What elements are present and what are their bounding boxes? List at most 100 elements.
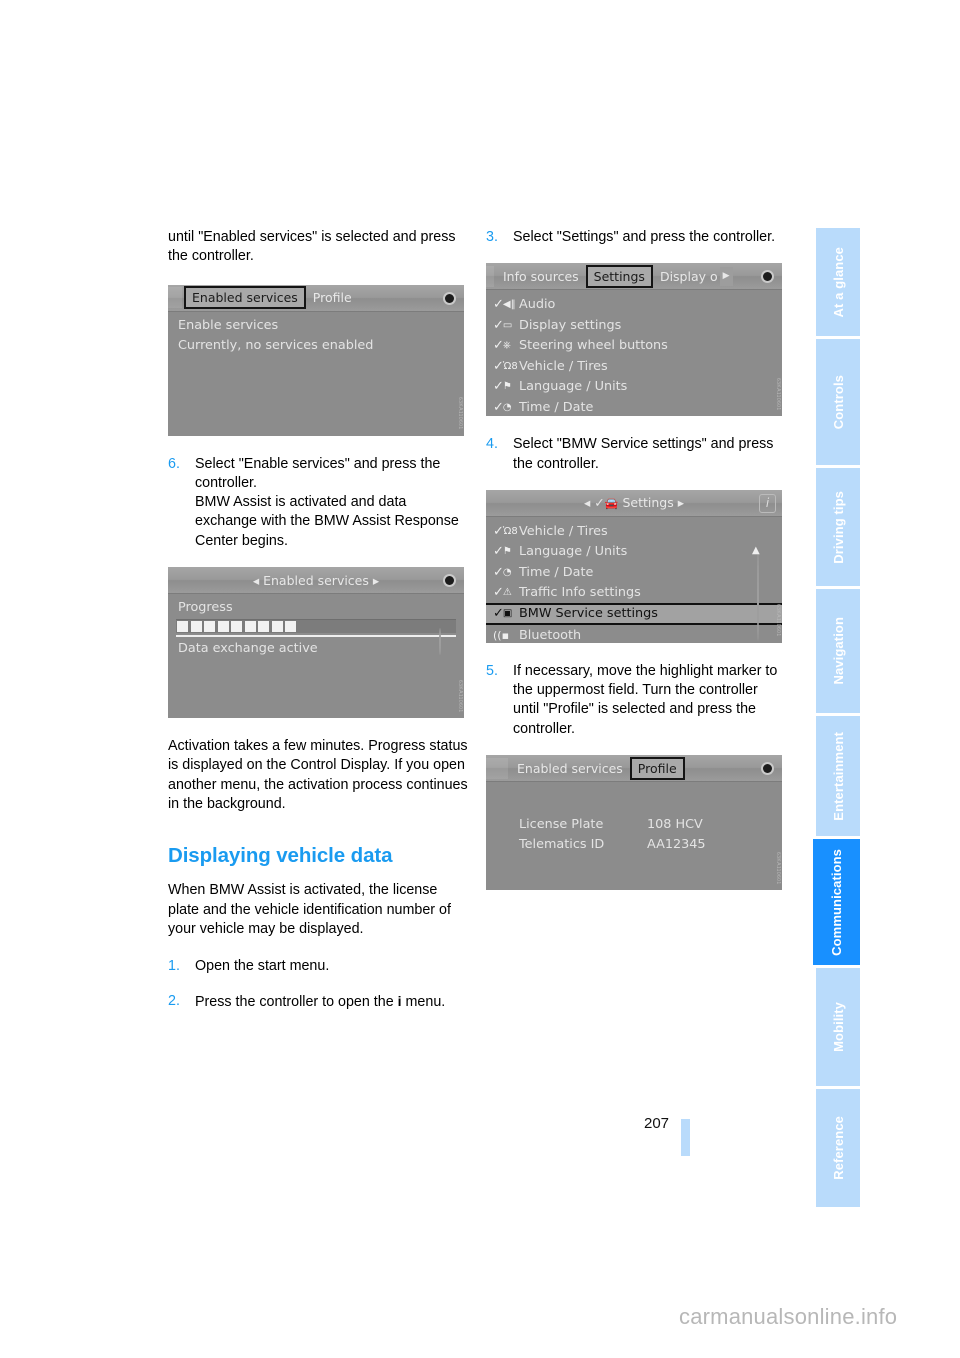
- vehicle-data-paragraph: When BMW Assist is activated, the licens…: [168, 882, 451, 937]
- figure-watermark: 63KA110601: [775, 851, 781, 885]
- step-5-number: 5.: [486, 662, 498, 679]
- menu-item[interactable]: ✓ Ὡ8 Vehicle / Tires: [486, 356, 782, 377]
- sidebar-tab-reference[interactable]: Reference: [816, 1089, 860, 1207]
- step-5: 5. If necessary, move the highlight mark…: [486, 662, 786, 739]
- menu-item[interactable]: ((▪ Bluetooth: [486, 625, 782, 643]
- menu-item-label: Time / Date: [519, 564, 594, 580]
- screen-tab-info-sources[interactable]: Info sources: [496, 266, 586, 287]
- check-service-icon: ✓ ▣: [493, 606, 513, 622]
- menu-item[interactable]: ✓ ⎈ Steering wheel buttons: [486, 335, 782, 356]
- controller-icon: [757, 266, 778, 287]
- menu-item-label: Language / Units: [519, 379, 628, 395]
- tab-bar-spacer: [168, 287, 182, 309]
- menu-item[interactable]: ✓ ◀‖ Audio: [486, 294, 782, 315]
- sidebar-tab-communications[interactable]: Communications: [813, 839, 860, 965]
- menu-item-label: Bluetooth: [519, 627, 582, 643]
- chapter-tabs: At a glance Controls Driving tips Navigatio…: [813, 228, 860, 1210]
- progress-bar: [168, 618, 464, 638]
- check-car-icon: ✓ Ὡ8: [493, 523, 518, 539]
- menu-item-label: Steering wheel buttons: [519, 338, 668, 354]
- profile-row: License Plate 108 HCV: [519, 815, 782, 835]
- manual-page: until "Enabled services" is selected and…: [0, 0, 960, 1358]
- step-6: 6. Select "Enable services" and press th…: [168, 455, 468, 551]
- check-car-icon: ✓ Ὡ8: [493, 358, 518, 374]
- chevron-right-icon[interactable]: ▶: [719, 266, 733, 286]
- menu-item[interactable]: ✓ ⚑ Language / Units: [486, 541, 782, 562]
- menu-item[interactable]: ✓ Ὡ8 Vehicle / Tires: [486, 521, 782, 542]
- screen-line-enable-services[interactable]: Enable services: [168, 316, 464, 336]
- step-6-text: Select "Enable services" and press the c…: [195, 455, 459, 549]
- screenshot-settings-tabs: Info sources Settings Display o ▶ ✓ ◀‖ Aud…: [486, 263, 782, 417]
- sidebar-tab-entertainment[interactable]: Entertainment: [816, 716, 860, 836]
- step-4-text: Select "BMW Service settings" and press …: [513, 436, 774, 472]
- intro-paragraph: until "Enabled services" is selected and…: [168, 229, 456, 265]
- step-2-text-before: Press the controller to open the: [195, 994, 398, 1011]
- step-4: 4. Select "BMW Service settings" and pre…: [486, 435, 786, 474]
- sidebar-tab-label: Entertainment: [830, 731, 846, 821]
- step-5-text: If necessary, move the highlight marker …: [513, 662, 778, 737]
- menu-item[interactable]: ✓ ▭ Display settings: [486, 315, 782, 336]
- tab-bar-spacer: [486, 265, 494, 287]
- progress-label: Progress: [178, 600, 233, 616]
- site-watermark: carmanualsonline.info: [679, 1304, 898, 1329]
- screen-tab-settings[interactable]: Settings: [585, 264, 653, 288]
- progress-track: [176, 619, 456, 634]
- sidebar-tab-controls[interactable]: Controls: [816, 339, 860, 465]
- step-2-number: 2.: [168, 993, 180, 1010]
- info-icon[interactable]: i: [759, 493, 776, 513]
- screen-body: ▲ ✓ Ὡ8 Vehicle / Tires ✓ ⚑ Language / Units ✓ ◔…: [486, 517, 782, 643]
- check-clock-icon: ✓ ◔: [493, 399, 512, 415]
- screen-tab-bar: Enabled services Profile: [486, 755, 782, 783]
- menu-item[interactable]: ✓ ⚠ Traffic Info settings: [486, 582, 782, 603]
- menu-item[interactable]: ✓ ▣ BMW Service settings: [486, 602, 782, 625]
- sidebar-tab-label: At a glance: [830, 246, 846, 318]
- step-3: 3. Select "Settings" and press the contr…: [486, 228, 786, 247]
- screen-tab-enabled-services[interactable]: Enabled services: [184, 286, 306, 310]
- step-2-text: Press the controller to open the i menu.: [195, 992, 468, 1012]
- menu-item[interactable]: ✓ ◔ Time / Date: [486, 397, 782, 417]
- sidebar-tab-at-a-glance[interactable]: At a glance: [816, 228, 860, 336]
- screen-tab-profile[interactable]: Profile: [306, 287, 359, 308]
- scroll-curve: [434, 622, 448, 656]
- screen-title-bar: ◂ Enabled services ▸: [168, 567, 464, 595]
- screenshot-profile: Enabled services Profile License Plate 10…: [486, 755, 782, 891]
- screen-body: License Plate 108 HCV Telematics ID AA12345: [486, 782, 782, 855]
- activation-paragraph: Activation takes a few minutes. Progress…: [168, 738, 468, 812]
- sidebar-tab-driving-tips[interactable]: Driving tips: [816, 468, 860, 586]
- screen-tab-enabled-services[interactable]: Enabled services: [510, 758, 630, 779]
- step-2: 2. Press the controller to open the i me…: [168, 992, 468, 1012]
- sidebar-tab-label: Communications: [829, 848, 844, 956]
- sidebar-tab-label: Driving tips: [830, 490, 846, 564]
- controller-icon: [439, 570, 460, 591]
- sidebar-tab-mobility[interactable]: Mobility: [816, 968, 860, 1086]
- check-flag-icon: ✓ ⚑: [493, 544, 512, 560]
- profile-row-value: 108 HCV: [647, 817, 703, 833]
- page-title: Displaying vehicle data: [168, 844, 393, 868]
- menu-item[interactable]: ✓ ⚑ Language / Units: [486, 376, 782, 397]
- check-monitor-icon: ✓ ▭: [493, 317, 513, 333]
- screenshot-progress: ◂ Enabled services ▸ Progress Data excha…: [168, 567, 464, 719]
- figure-watermark: 63KA110601: [775, 377, 781, 411]
- screen-tab-display-options[interactable]: Display o: [653, 266, 720, 287]
- screen-title: ◂ Enabled services ▸: [252, 572, 380, 588]
- controller-icon: [757, 758, 778, 779]
- figure-watermark: 63KA110601: [457, 397, 463, 430]
- figure-watermark: 63KA110601: [457, 679, 463, 713]
- page-number-bar: [681, 1119, 690, 1156]
- check-flag-icon: ✓ ⚑: [493, 379, 512, 395]
- scroll-up-icon: ▲: [752, 544, 760, 556]
- menu-item[interactable]: ✓ ◔ Time / Date: [486, 562, 782, 583]
- menu-item-label: Vehicle / Tires: [519, 358, 608, 374]
- menu-item-label: Vehicle / Tires: [519, 523, 608, 539]
- menu-item-label: Display settings: [519, 317, 622, 333]
- screen-tab-bar: Enabled services Profile: [168, 284, 464, 312]
- sidebar-tab-navigation[interactable]: Navigation: [816, 589, 860, 713]
- step-3-number: 3.: [486, 229, 498, 245]
- check-clock-icon: ✓ ◔: [493, 564, 512, 580]
- menu-item-label: Time / Date: [519, 399, 594, 415]
- profile-row-key: Telematics ID: [519, 837, 605, 853]
- profile-row-key: License Plate: [519, 817, 604, 833]
- sidebar-tab-label: Reference: [830, 1116, 846, 1180]
- screen-tab-profile[interactable]: Profile: [629, 756, 685, 780]
- sidebar-tab-label: Controls: [830, 374, 846, 430]
